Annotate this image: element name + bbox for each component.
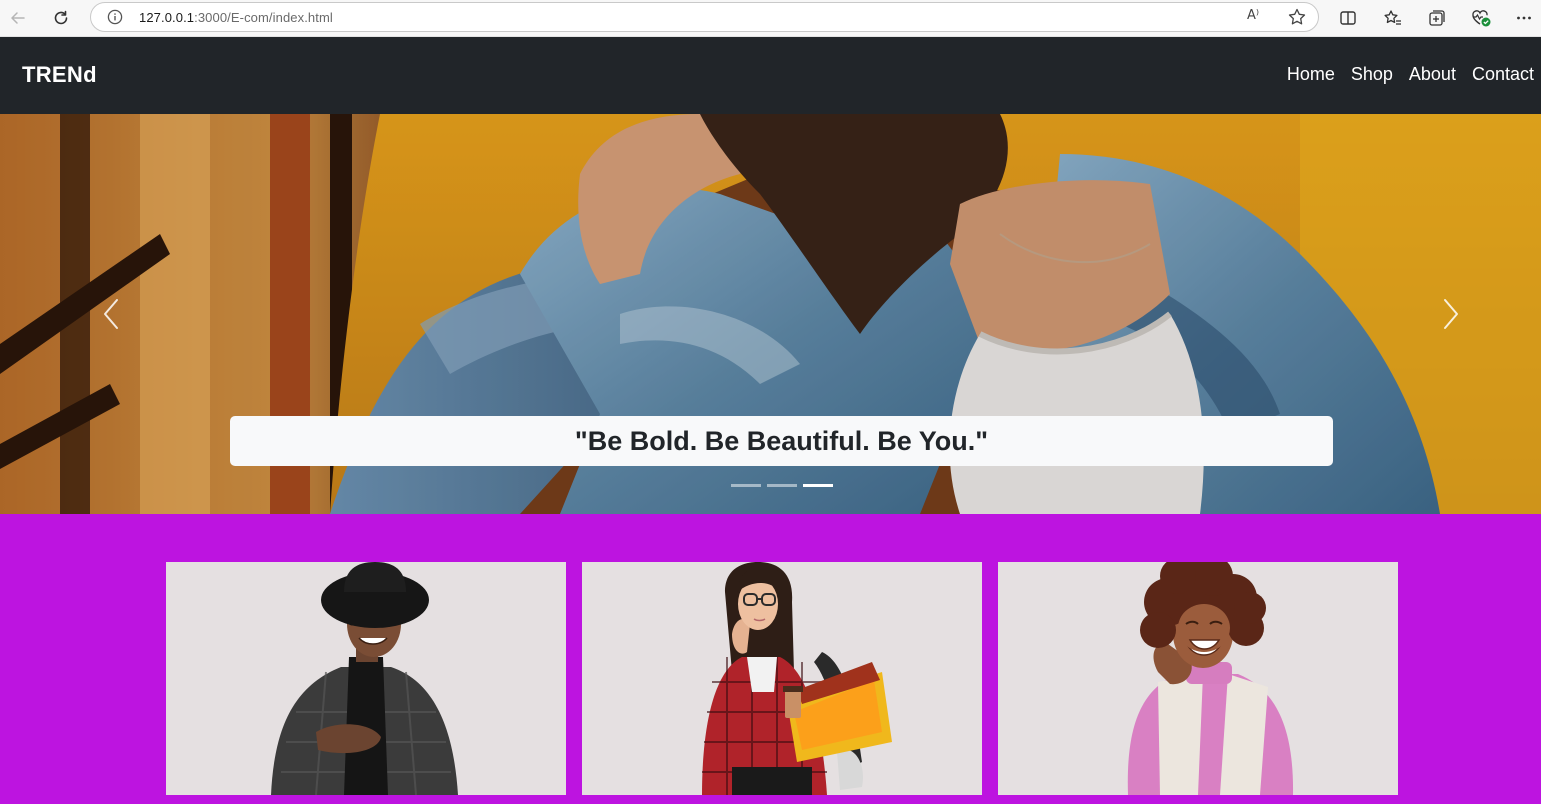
url-path: :3000/E-com/index.html [194, 10, 333, 25]
more-options-button[interactable] [1509, 3, 1539, 33]
hero-carousel: "Be Bold. Be Beautiful. Be You." [0, 114, 1541, 514]
collections-button[interactable] [1422, 3, 1452, 33]
product-image-smiling-woman [1127, 562, 1294, 795]
collections-icon [1429, 10, 1445, 26]
nav-link-home[interactable]: Home [1287, 64, 1335, 85]
back-button[interactable] [3, 3, 33, 33]
nav-link-shop[interactable]: Shop [1351, 64, 1393, 85]
browser-essentials-button[interactable] [1466, 3, 1496, 33]
carousel-next-button[interactable] [1431, 294, 1471, 334]
hero-caption-box: "Be Bold. Be Beautiful. Be You." [230, 416, 1333, 466]
carousel-prev-button[interactable] [91, 294, 131, 334]
favorite-star-icon[interactable] [1287, 7, 1307, 27]
carousel-indicator-2[interactable] [767, 484, 797, 487]
address-bar[interactable]: 127.0.0.1:3000/E-com/index.html A⁾ [90, 2, 1319, 32]
chevron-left-icon [104, 299, 118, 329]
product-card-1[interactable] [166, 562, 566, 795]
more-dots-icon [1517, 16, 1531, 20]
browser-toolbar: 127.0.0.1:3000/E-com/index.html A⁾ [0, 0, 1541, 37]
favorites-button[interactable] [1378, 3, 1408, 33]
product-card-3[interactable] [998, 562, 1398, 795]
product-card-2[interactable] [582, 562, 982, 795]
nav-link-about[interactable]: About [1409, 64, 1456, 85]
carousel-indicator-1[interactable] [731, 484, 761, 487]
back-arrow-icon [11, 12, 25, 24]
product-image-woman-folders [702, 562, 892, 795]
reload-button[interactable] [46, 3, 76, 33]
chevron-right-icon [1444, 299, 1458, 329]
featured-section [0, 514, 1541, 804]
carousel-indicators [731, 484, 833, 487]
product-image-man [271, 562, 458, 795]
split-screen-icon [1340, 11, 1356, 25]
reload-icon [54, 10, 68, 25]
heart-pulse-icon [1472, 10, 1491, 27]
url-host: 127.0.0.1 [139, 10, 195, 25]
site-navbar: TRENd Home Shop About Contact [0, 37, 1541, 114]
nav-links: Home Shop About Contact [1287, 64, 1534, 85]
hero-caption-text: "Be Bold. Be Beautiful. Be You." [574, 425, 989, 456]
brand-logo[interactable]: TRENd [22, 62, 97, 88]
url-text[interactable]: 127.0.0.1:3000/E-com/index.html [139, 10, 333, 25]
nav-link-contact[interactable]: Contact [1472, 64, 1534, 85]
carousel-indicator-3[interactable] [803, 484, 833, 487]
favorites-list-icon [1384, 10, 1401, 25]
read-aloud-icon[interactable]: A⁾ [1247, 8, 1267, 26]
split-screen-button[interactable] [1333, 3, 1363, 33]
site-info-icon[interactable] [107, 9, 123, 25]
